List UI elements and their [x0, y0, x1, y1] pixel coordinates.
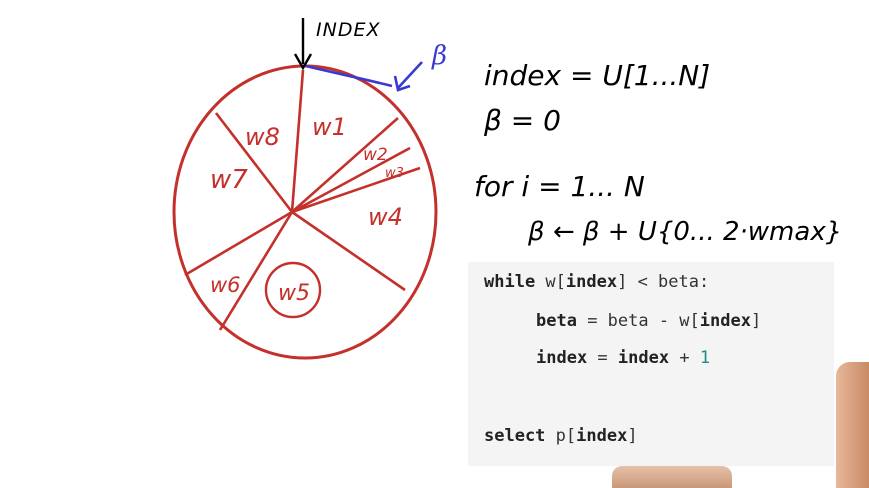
- pseudo-line-4: β ← β + U{0... 2·wmax}: [527, 217, 842, 247]
- code-kw-index: index: [565, 272, 618, 292]
- code-kw-index: index: [536, 348, 588, 368]
- code-kw-index: index: [699, 311, 751, 331]
- code-kw-while: while: [484, 272, 536, 292]
- code-number: 1: [699, 348, 711, 368]
- whiteboard: w1 w2 w3 w4 w5 w6 w7 w8 INDEX β index = …: [0, 0, 869, 488]
- code-kw-select: select: [484, 426, 546, 446]
- code-text: = beta - w[: [576, 311, 700, 331]
- code-line-3: index = index + 1: [536, 348, 710, 368]
- beta-label: β: [431, 41, 447, 71]
- code-kw-beta: beta: [536, 311, 577, 331]
- index-label: INDEX: [316, 19, 380, 41]
- code-text: p[: [545, 426, 577, 446]
- code-text: ]: [750, 311, 762, 331]
- pseudo-line-2: β = 0: [483, 104, 561, 137]
- presenter-arm: [612, 466, 732, 488]
- segment-label-w7: w7: [210, 165, 248, 195]
- code-line-1: while w[index] < beta:: [484, 272, 709, 292]
- code-text: =: [587, 348, 618, 368]
- code-panel: while w[index] < beta: beta = beta - w[i…: [468, 262, 834, 466]
- code-text: +: [669, 348, 700, 368]
- code-text: ]: [627, 426, 638, 446]
- segment-label-w6: w6: [210, 273, 241, 297]
- index-arrow: [293, 18, 313, 71]
- segment-label-w1: w1: [312, 113, 347, 141]
- presenter-hand: [836, 362, 869, 488]
- segment-label-w8: w8: [245, 123, 280, 151]
- code-kw-index: index: [617, 348, 670, 368]
- code-text: w[: [535, 272, 566, 292]
- code-kw-index: index: [576, 426, 628, 446]
- pseudo-line-3: for i = 1... N: [474, 170, 645, 203]
- segment-label-w3: w3: [385, 166, 404, 181]
- pseudo-line-1: index = U[1...N]: [484, 59, 710, 92]
- code-text: ] < beta:: [617, 272, 710, 292]
- segment-label-w2: w2: [363, 145, 388, 165]
- code-line-2: beta = beta - w[index]: [536, 311, 761, 331]
- segment-label-w4: w4: [368, 203, 403, 231]
- code-line-5: select p[index]: [484, 426, 638, 446]
- segment-label-w5: w5: [278, 281, 310, 306]
